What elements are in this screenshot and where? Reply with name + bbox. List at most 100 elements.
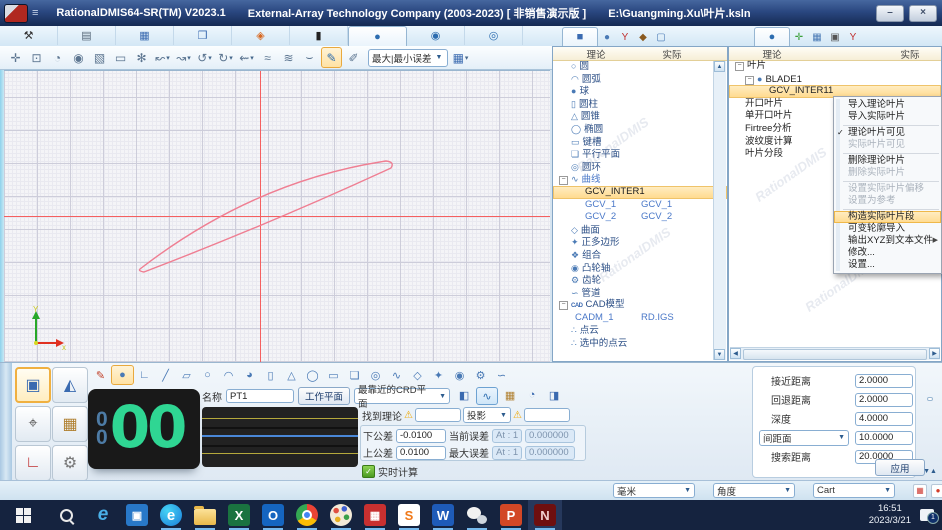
image-view-icon[interactable]: ▧ (90, 48, 109, 67)
eye-view-icon[interactable]: ◉ (69, 48, 88, 67)
context-menu-item[interactable]: 设置为参考 (834, 195, 941, 207)
tree-row[interactable]: −CADCAD模型 (553, 299, 727, 312)
measure-tools-button[interactable]: ◭ (52, 367, 88, 403)
theory-column-header[interactable]: 理论 (553, 47, 639, 61)
realtime-checkbox[interactable]: ✓ (362, 465, 375, 478)
probe-move-icon[interactable]: ↜ ▾ (153, 48, 172, 67)
tree-row[interactable]: GCV_1 GCV_1 (553, 199, 727, 212)
context-menu-item[interactable]: 可变轮廓导入 (834, 223, 941, 235)
tree-row[interactable]: ✦正多边形 (553, 236, 727, 249)
tab-report[interactable]: ▤ (58, 26, 116, 45)
tree-row[interactable]: ❏平行平面 (553, 148, 727, 161)
context-menu-item[interactable]: 输出XYZ到文本文件 ▶ (834, 235, 941, 247)
depth-input[interactable] (855, 412, 913, 426)
tab-device[interactable]: ▮ (290, 26, 348, 45)
tab-grid[interactable]: ▦ (808, 28, 826, 46)
actual-column-header[interactable]: 实际 (639, 47, 705, 61)
taskbar-image-viewer[interactable]: ▦ (358, 500, 392, 530)
coordinate-dropdown[interactable]: Cart ▼ (813, 483, 895, 498)
found-theory-input[interactable] (415, 408, 461, 422)
machine-settings-button[interactable]: ⚙ (52, 445, 88, 481)
context-menu-item[interactable]: 导入理论叶片 (834, 99, 941, 111)
taskbar-search[interactable] (46, 500, 86, 530)
cone-icon[interactable]: △ (281, 366, 302, 384)
taskbar-word[interactable]: W (426, 500, 460, 530)
tab-machine[interactable]: ⚒ (0, 26, 58, 45)
tree-row[interactable]: ◇曲面 (553, 224, 727, 237)
theory-column-header[interactable]: 理论 (729, 47, 815, 61)
brush-theory-icon[interactable]: ✎ (321, 47, 342, 68)
axis-icon[interactable]: ∟ (134, 366, 155, 384)
slot-icon[interactable]: ▭ (323, 366, 344, 384)
cylinder-icon[interactable]: ▯ (260, 366, 281, 384)
taskbar-outlook[interactable]: O (256, 500, 290, 530)
gear-icon[interactable]: ⚙ (470, 366, 491, 384)
tab-sphere-view[interactable]: ● (598, 28, 616, 46)
context-menu-item[interactable]: 构造实际叶片段 (834, 211, 941, 223)
context-menu-item[interactable]: 设置... (834, 259, 941, 271)
scroll-right-icon[interactable]: ▶ (929, 348, 940, 359)
taskbar-clock[interactable]: 16:51 2023/3/21 (869, 503, 911, 527)
pan-view-icon[interactable]: ✛ (6, 48, 25, 67)
probe-display-toggle[interactable]: ◧ (454, 387, 474, 403)
tree-row[interactable]: ◯椭圆 (553, 123, 727, 136)
graph-toggle[interactable]: ∿ (476, 387, 498, 405)
spacing-dropdown[interactable]: 间距面 ▼ (759, 430, 849, 446)
arc-fit-icon[interactable]: ⌣ (300, 48, 319, 67)
probe-touch-icon[interactable]: ↝ ▾ (174, 48, 193, 67)
close-button[interactable]: × (909, 5, 937, 22)
spacing-input[interactable] (855, 431, 913, 445)
tab-axis[interactable]: ✛ (790, 28, 808, 46)
retract-input[interactable] (855, 393, 913, 407)
tree-row[interactable]: ⚙齿轮 (553, 274, 727, 287)
tab-layers[interactable]: ❒ (174, 26, 232, 45)
probe-setup-button[interactable]: ▣ (15, 367, 51, 403)
upper-tolerance-input[interactable] (396, 446, 446, 460)
settings-icon[interactable] (927, 397, 933, 401)
wave-compare-icon[interactable]: ≈ (258, 48, 277, 67)
point-icon[interactable]: ● (111, 365, 134, 385)
tree-row[interactable]: ▭键槽 (553, 136, 727, 149)
blade-panel-hscrollbar[interactable]: ◀ ▶ (730, 347, 940, 360)
context-menu-item[interactable]: ✓ 理论叶片可见 (834, 127, 941, 139)
cube-toggle[interactable]: ◨ (544, 387, 564, 403)
tab-vision[interactable]: ◉ (407, 26, 465, 45)
tree-row[interactable]: GCV_2 GCV_2 (553, 211, 727, 224)
context-menu-item[interactable]: 修改... (834, 247, 941, 259)
wave-fit-icon[interactable]: ≋ (279, 48, 298, 67)
circle-icon[interactable]: ○ (197, 366, 218, 384)
actual-column-header[interactable]: 实际 (885, 47, 935, 61)
tree-row[interactable]: ∽管道 (553, 287, 727, 300)
strip-scroll-icons[interactable]: ▼▲ (923, 468, 937, 475)
lower-tolerance-input[interactable] (396, 429, 446, 443)
taskbar-paint[interactable] (324, 500, 358, 530)
projection-input[interactable] (524, 408, 570, 422)
quick-menu-icon[interactable]: ≡ (32, 7, 38, 19)
sphere-icon[interactable]: ◕ (239, 366, 260, 384)
workplane-button[interactable]: 工作平面 (298, 387, 350, 405)
taskbar-explorer[interactable] (188, 500, 222, 530)
plane-icon[interactable]: ▱ (176, 366, 197, 384)
construct-icon[interactable]: ✎ (90, 366, 111, 384)
taskbar-excel[interactable]: X (222, 500, 256, 530)
taskbar-ie[interactable]: e (86, 500, 120, 530)
error-mode-dropdown[interactable]: 最大|最小误差 ▼ (368, 49, 448, 67)
taskbar-wechat[interactable] (460, 500, 494, 530)
taskbar-rationaldmis[interactable]: N (528, 500, 562, 530)
tab-monitor[interactable]: ▢ (652, 28, 670, 46)
notification-icon[interactable]: 1 (920, 509, 934, 521)
taskbar-edge[interactable]: e (154, 500, 188, 530)
toolbox-button[interactable]: ▦ (52, 406, 88, 442)
unit-dropdown[interactable]: 毫米 ▼ (613, 483, 695, 498)
scrollbar-thumb[interactable] (743, 349, 927, 360)
tree-row[interactable]: ▯圆柱 (553, 98, 727, 111)
tree-row[interactable]: ○圆 (553, 60, 727, 73)
scroll-left-icon[interactable]: ◀ (730, 348, 741, 359)
tab-window[interactable]: ▦ (116, 26, 174, 45)
tab-y-report[interactable]: Y (844, 28, 862, 46)
approach-input[interactable] (855, 374, 913, 388)
ellipse-icon[interactable]: ◯ (302, 366, 323, 384)
status-record-icon[interactable]: ● (931, 484, 942, 498)
context-menu-item[interactable]: 删除理论叶片 (834, 155, 941, 167)
scroll-up-icon[interactable]: ▲ (714, 61, 725, 72)
